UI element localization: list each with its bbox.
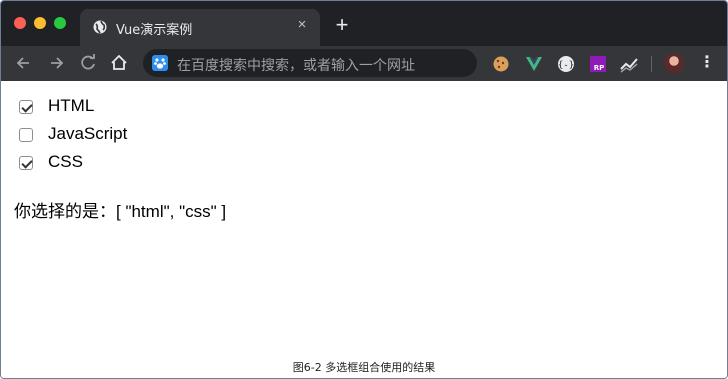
baidu-search-icon xyxy=(152,55,168,71)
globe-icon xyxy=(93,20,107,34)
minimize-window-button[interactable] xyxy=(34,17,46,29)
selection-result: 你选择的是：[ "html", "css" ] xyxy=(14,197,226,222)
page-content: HTML JavaScript CSS 你选择的是：[ "html", "css… xyxy=(1,81,727,378)
html-label[interactable]: HTML xyxy=(48,96,94,116)
profile-avatar[interactable] xyxy=(664,53,684,73)
home-icon[interactable] xyxy=(108,52,130,74)
svg-text:{-}: {-} xyxy=(558,61,574,71)
vue-devtools-icon[interactable] xyxy=(525,55,543,73)
result-value: [ "html", "css" ] xyxy=(116,202,227,221)
back-arrow-icon[interactable] xyxy=(13,52,35,74)
javascript-label[interactable]: JavaScript xyxy=(48,124,127,144)
close-window-button[interactable] xyxy=(14,17,26,29)
browser-tab[interactable]: Vue演示案例 × xyxy=(80,9,320,46)
forward-arrow-icon[interactable] xyxy=(45,52,67,74)
toolbar-divider xyxy=(651,56,652,72)
cookie-icon[interactable] xyxy=(492,55,510,73)
rp-icon[interactable]: RP xyxy=(589,55,607,73)
close-tab-icon[interactable]: × xyxy=(294,17,310,33)
menu-icon[interactable]: ⋮ xyxy=(699,53,715,73)
browser-window: Vue演示案例 × + 在百度搜索中搜索，或者输入一个网址 {-} RP ⋮ H… xyxy=(0,0,728,379)
result-label: 你选择的是： xyxy=(14,202,116,222)
css-label[interactable]: CSS xyxy=(48,152,83,172)
html-checkbox[interactable] xyxy=(19,100,33,114)
figure-caption: 图6-2 多选框组合使用的结果 xyxy=(292,361,436,374)
address-bar[interactable]: 在百度搜索中搜索，或者输入一个网址 xyxy=(143,49,477,77)
title-bar: Vue演示案例 × + xyxy=(1,1,727,46)
css-checkbox[interactable] xyxy=(19,156,33,170)
chart-icon[interactable] xyxy=(620,55,638,73)
json-viewer-icon[interactable]: {-} xyxy=(557,55,575,73)
new-tab-button[interactable]: + xyxy=(332,14,352,36)
reload-icon[interactable] xyxy=(77,52,99,74)
address-placeholder: 在百度搜索中搜索，或者输入一个网址 xyxy=(177,58,415,74)
maximize-window-button[interactable] xyxy=(54,17,66,29)
tab-title: Vue演示案例 xyxy=(116,23,193,38)
javascript-checkbox[interactable] xyxy=(19,128,33,142)
browser-toolbar: 在百度搜索中搜索，或者输入一个网址 {-} RP ⋮ xyxy=(1,46,727,81)
svg-text:RP: RP xyxy=(594,64,605,72)
